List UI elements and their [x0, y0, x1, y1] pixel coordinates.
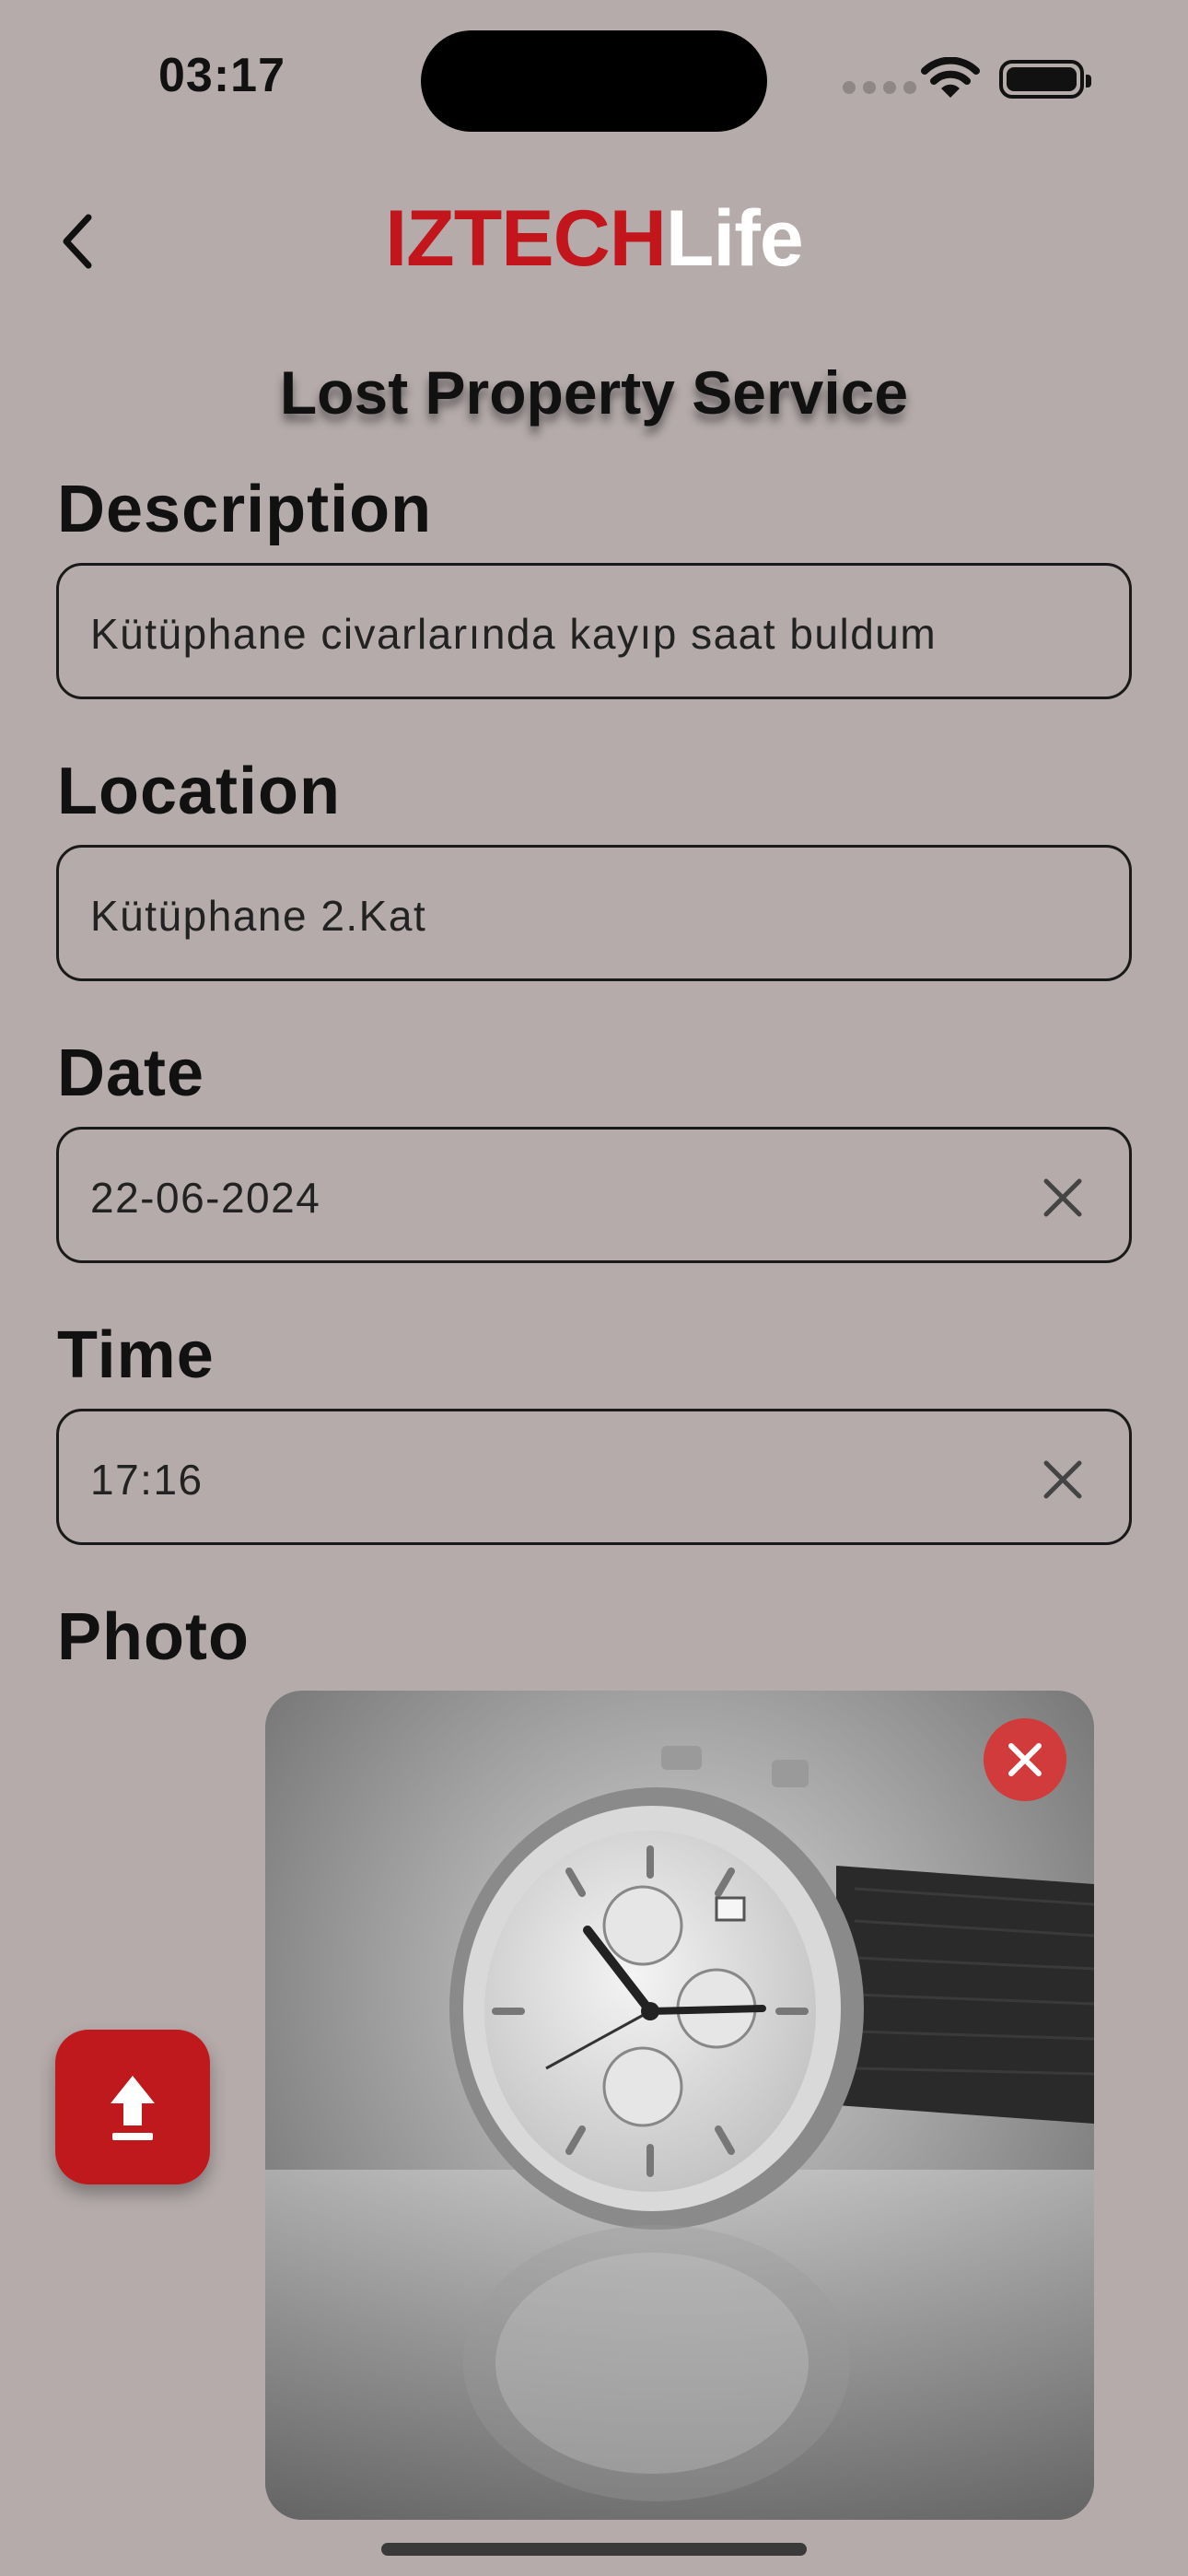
- close-icon: [1008, 1743, 1042, 1776]
- status-time: 03:17: [158, 49, 285, 102]
- page-title: Lost Property Service: [279, 358, 909, 427]
- time-label: Time: [57, 1318, 215, 1392]
- description-label: Description: [57, 473, 433, 546]
- watch-photo-image: [265, 1691, 1094, 2520]
- cellular-signal-icon: [843, 81, 924, 99]
- dynamic-island: [421, 30, 767, 132]
- location-label: Location: [57, 755, 341, 828]
- date-value: 22-06-2024: [90, 1174, 321, 1222]
- photo-label: Photo: [57, 1600, 250, 1674]
- description-value: Kütüphane civarlarında kayıp saat buldum: [90, 610, 938, 658]
- uploaded-photo: [265, 1691, 1094, 2520]
- date-field[interactable]: 22-06-2024: [56, 1127, 1132, 1263]
- time-field[interactable]: 17:16: [56, 1409, 1132, 1545]
- upload-icon: [111, 2076, 155, 2140]
- status-bar: 03:17: [0, 0, 1188, 157]
- time-value: 17:16: [90, 1456, 204, 1504]
- remove-photo-button[interactable]: [984, 1718, 1066, 1801]
- close-icon: [1043, 1460, 1082, 1499]
- clear-time-button[interactable]: [1035, 1452, 1090, 1507]
- app-logo: IZTECHLife: [0, 193, 1188, 285]
- close-icon: [1043, 1178, 1082, 1217]
- logo-iztech: IZTECH: [385, 194, 667, 283]
- description-field[interactable]: Kütüphane civarlarında kayıp saat buldum: [56, 563, 1132, 699]
- clear-date-button[interactable]: [1035, 1170, 1090, 1225]
- logo-life: Life: [665, 194, 804, 283]
- location-value: Kütüphane 2.Kat: [90, 892, 427, 940]
- battery-icon: [999, 60, 1091, 99]
- home-indicator: [381, 2543, 807, 2556]
- wifi-icon: [921, 57, 980, 98]
- location-field[interactable]: Kütüphane 2.Kat: [56, 845, 1132, 981]
- upload-photo-button[interactable]: [55, 2030, 210, 2184]
- date-label: Date: [57, 1036, 205, 1110]
